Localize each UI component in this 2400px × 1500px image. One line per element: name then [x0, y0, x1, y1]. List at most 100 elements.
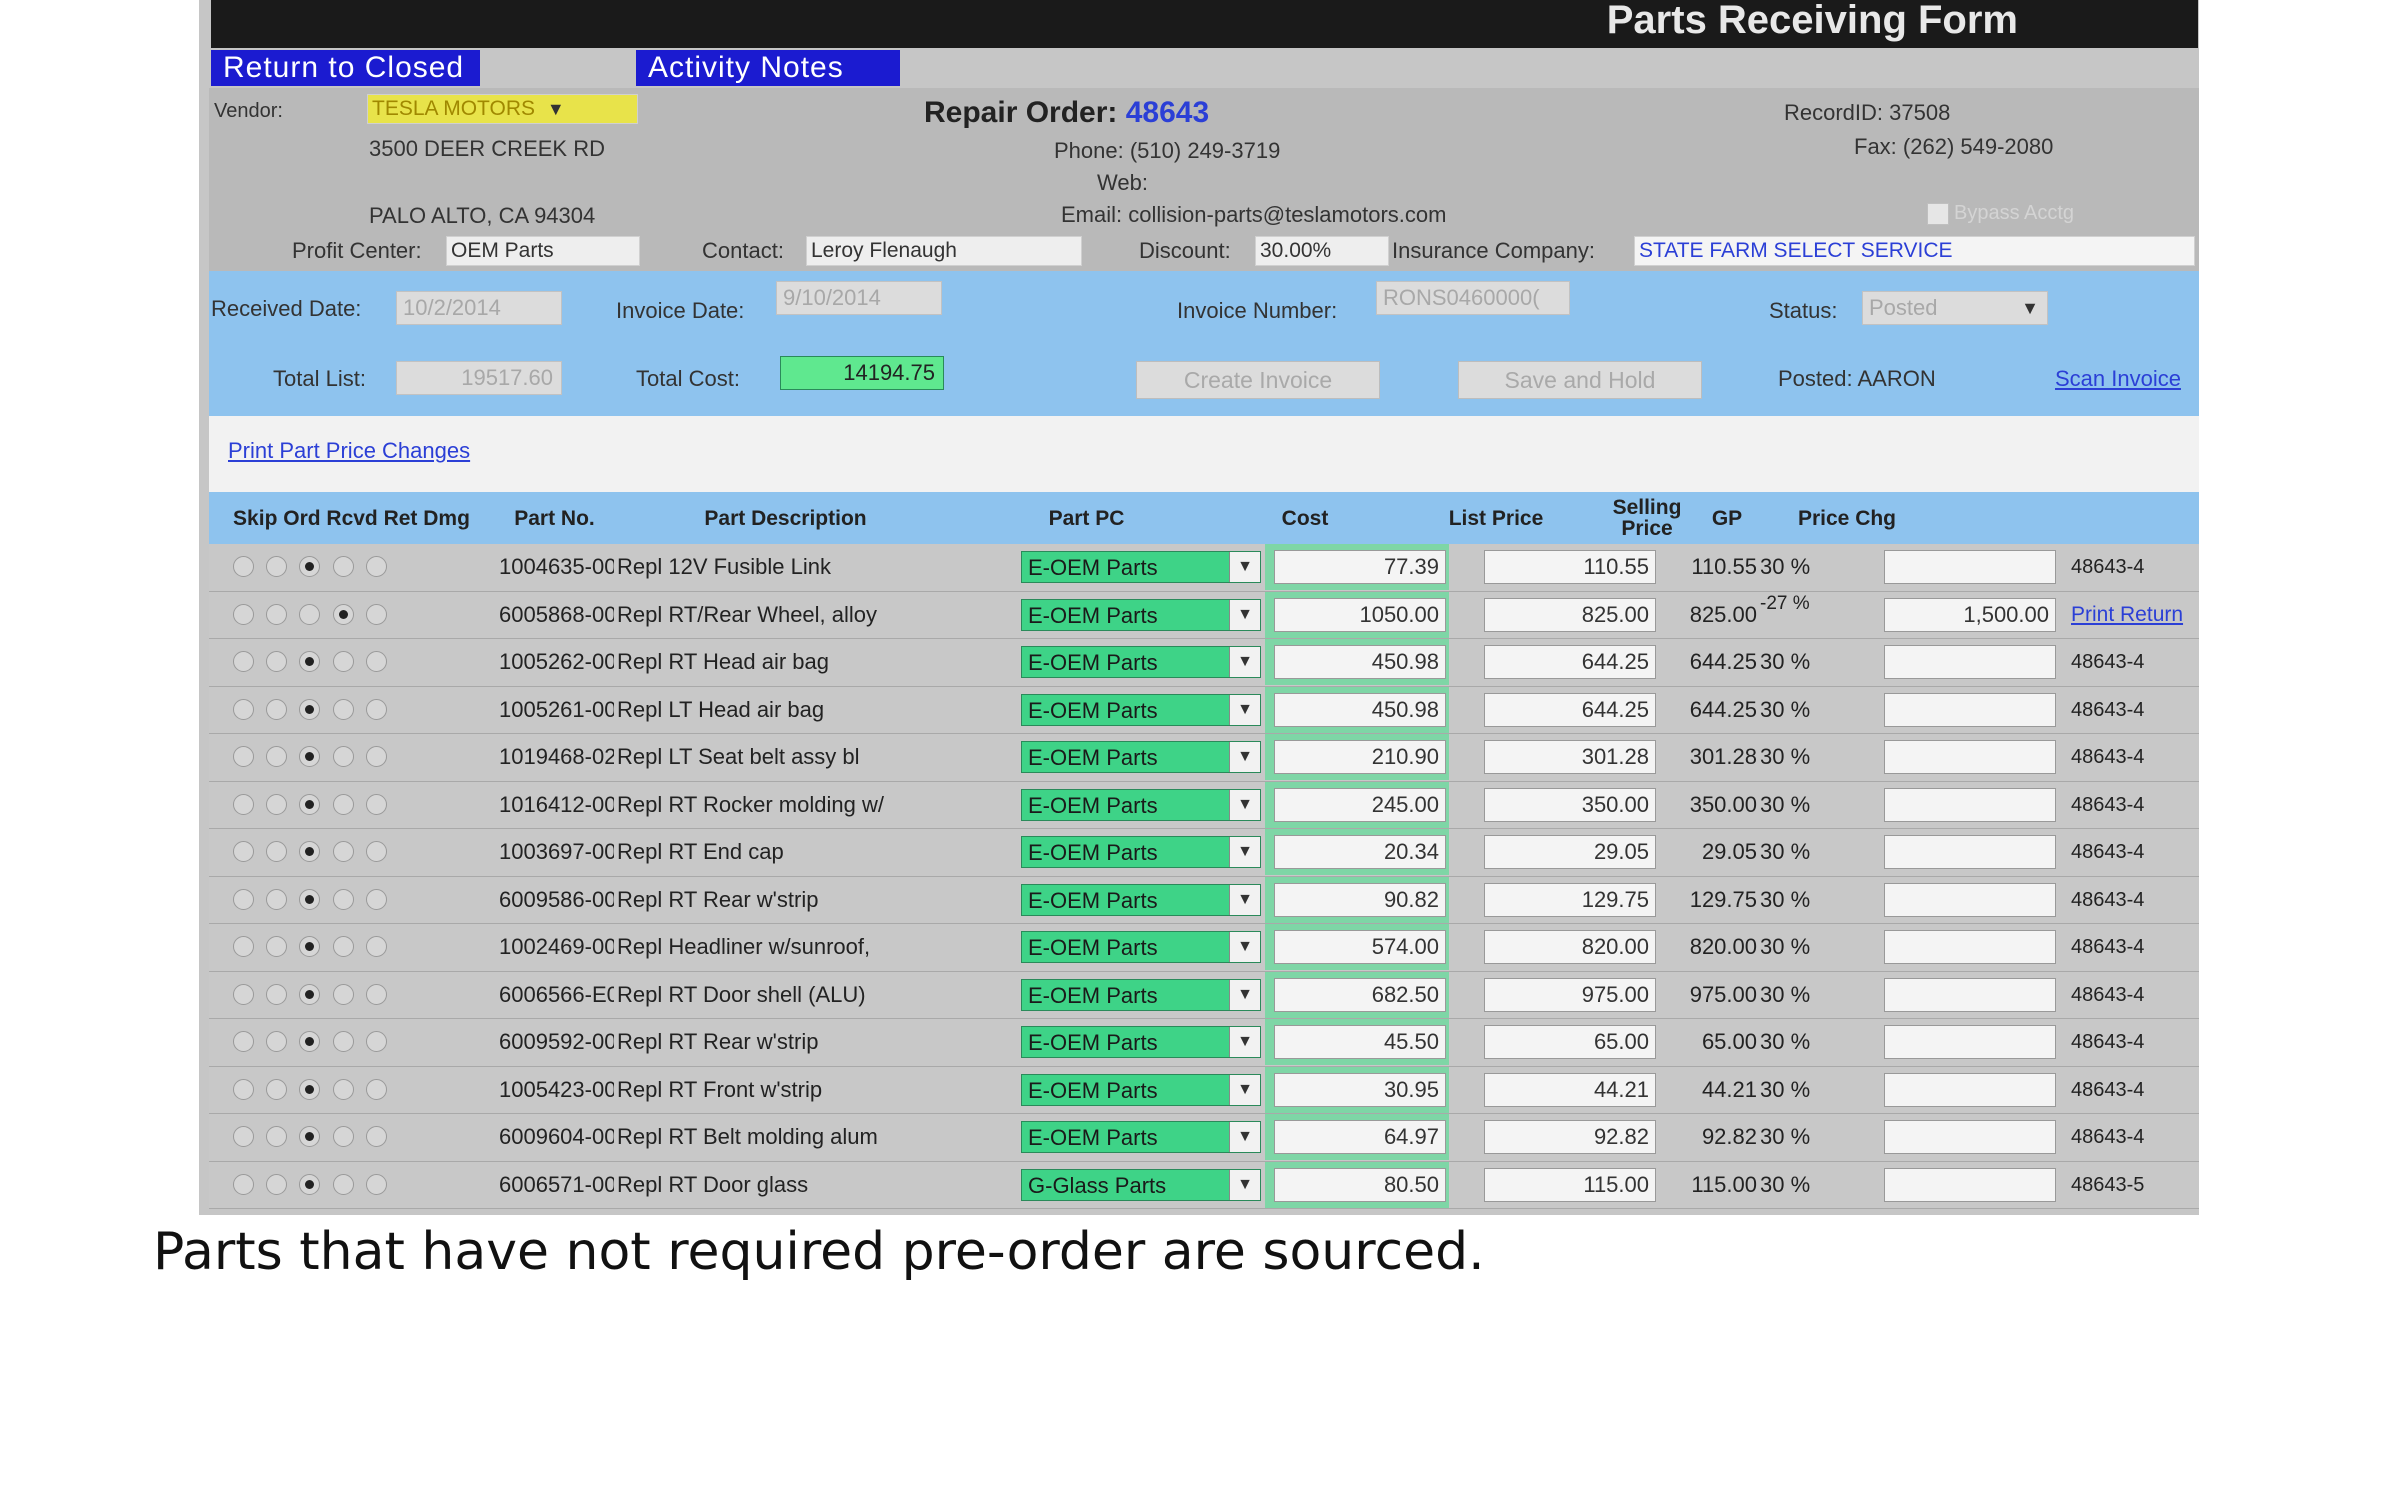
rcvd-radio[interactable]: [299, 746, 320, 767]
cost-field[interactable]: 1050.00: [1274, 597, 1446, 632]
skip-radio[interactable]: [233, 556, 254, 577]
ord-radio[interactable]: [266, 698, 287, 720]
part-pc-select[interactable]: E-OEM Parts ▼: [1021, 1026, 1261, 1058]
cost-field[interactable]: 245.00: [1274, 787, 1446, 822]
ret-radio[interactable]: [333, 983, 354, 1005]
rcvd-radio[interactable]: [299, 841, 320, 862]
return-to-closed-order-button[interactable]: Return to Closed Order: [211, 50, 480, 120]
price-chg-field[interactable]: [1884, 1167, 2056, 1202]
dmg-radio[interactable]: [366, 1126, 387, 1147]
rcvd-radio[interactable]: [299, 1078, 320, 1100]
print-part-price-changes-link[interactable]: Print Part Price Changes: [228, 438, 470, 464]
skip-radio[interactable]: [233, 888, 254, 910]
skip-radio[interactable]: [233, 603, 254, 625]
print-return-link[interactable]: Print Return: [2071, 592, 2196, 638]
contact-field[interactable]: Leroy Flenaugh: [806, 236, 1082, 266]
status-select[interactable]: Posted ▼: [1862, 291, 2048, 325]
activity-notes-button[interactable]: Activity Notes: [636, 50, 900, 86]
dmg-radio[interactable]: [366, 1031, 387, 1052]
ret-radio[interactable]: [333, 698, 354, 720]
rcvd-radio[interactable]: [299, 793, 320, 815]
dmg-radio[interactable]: [366, 936, 387, 957]
bypass-acctg-checkbox[interactable]: [1927, 203, 1949, 225]
skip-radio[interactable]: [233, 651, 254, 672]
ret-radio[interactable]: [333, 746, 354, 767]
list-price-field[interactable]: 115.00: [1484, 1167, 1656, 1202]
cost-field[interactable]: 64.97: [1274, 1120, 1446, 1154]
part-pc-select[interactable]: E-OEM Parts ▼: [1021, 931, 1261, 963]
part-pc-select[interactable]: G-Glass Parts ▼: [1021, 1168, 1261, 1201]
skip-radio[interactable]: [233, 841, 254, 862]
invoice-number-field[interactable]: RONS0460000(: [1376, 281, 1570, 315]
skip-radio[interactable]: [233, 698, 254, 720]
ord-radio[interactable]: [266, 936, 287, 957]
cost-field[interactable]: 45.50: [1274, 1025, 1446, 1059]
price-chg-field[interactable]: [1884, 550, 2056, 584]
rcvd-radio[interactable]: [299, 888, 320, 910]
list-price-field[interactable]: 644.25: [1484, 692, 1656, 727]
dmg-radio[interactable]: [366, 793, 387, 815]
cost-field[interactable]: 20.34: [1274, 835, 1446, 869]
ret-radio[interactable]: [333, 651, 354, 672]
ret-radio[interactable]: [333, 936, 354, 957]
cost-field[interactable]: 574.00: [1274, 930, 1446, 964]
dmg-radio[interactable]: [366, 746, 387, 767]
ord-radio[interactable]: [266, 793, 287, 815]
ord-radio[interactable]: [266, 1078, 287, 1100]
list-price-field[interactable]: 820.00: [1484, 930, 1656, 964]
save-and-hold-button[interactable]: Save and Hold: [1458, 361, 1702, 399]
vendor-select[interactable]: TESLA MOTORS ▼: [367, 94, 638, 124]
ret-radio[interactable]: [333, 556, 354, 577]
part-pc-select[interactable]: E-OEM Parts ▼: [1021, 836, 1261, 868]
cost-field[interactable]: 450.98: [1274, 692, 1446, 727]
list-price-field[interactable]: 129.75: [1484, 882, 1656, 917]
list-price-field[interactable]: 29.05: [1484, 835, 1656, 869]
rcvd-radio[interactable]: [299, 698, 320, 720]
price-chg-field[interactable]: [1884, 977, 2056, 1012]
rcvd-radio[interactable]: [299, 936, 320, 957]
skip-radio[interactable]: [233, 1173, 254, 1195]
cost-field[interactable]: 450.98: [1274, 645, 1446, 679]
price-chg-field[interactable]: [1884, 1025, 2056, 1059]
rcvd-radio[interactable]: [299, 983, 320, 1005]
received-date-field[interactable]: 10/2/2014: [396, 291, 562, 325]
ret-radio[interactable]: [333, 793, 354, 815]
dmg-radio[interactable]: [366, 556, 387, 577]
list-price-field[interactable]: 44.21: [1484, 1072, 1656, 1107]
list-price-field[interactable]: 644.25: [1484, 645, 1656, 679]
ord-radio[interactable]: [266, 746, 287, 767]
dmg-radio[interactable]: [366, 983, 387, 1005]
ord-radio[interactable]: [266, 888, 287, 910]
part-pc-select[interactable]: E-OEM Parts ▼: [1021, 598, 1261, 631]
ret-radio[interactable]: [333, 841, 354, 862]
skip-radio[interactable]: [233, 1126, 254, 1147]
price-chg-field[interactable]: [1884, 787, 2056, 822]
price-chg-field[interactable]: 1,500.00: [1884, 597, 2056, 632]
dmg-radio[interactable]: [366, 1078, 387, 1100]
ret-radio[interactable]: [333, 1031, 354, 1052]
price-chg-field[interactable]: [1884, 645, 2056, 679]
part-pc-select[interactable]: E-OEM Parts ▼: [1021, 741, 1261, 773]
rcvd-radio[interactable]: [299, 1126, 320, 1147]
dmg-radio[interactable]: [366, 651, 387, 672]
rcvd-radio[interactable]: [299, 1173, 320, 1195]
part-pc-select[interactable]: E-OEM Parts ▼: [1021, 646, 1261, 678]
ret-radio[interactable]: [333, 1126, 354, 1147]
rcvd-radio[interactable]: [299, 651, 320, 672]
skip-radio[interactable]: [233, 746, 254, 767]
skip-radio[interactable]: [233, 1078, 254, 1100]
rcvd-radio[interactable]: [299, 603, 320, 625]
profit-center-field[interactable]: OEM Parts: [446, 236, 640, 266]
ord-radio[interactable]: [266, 1031, 287, 1052]
price-chg-field[interactable]: [1884, 882, 2056, 917]
ret-radio[interactable]: [333, 603, 354, 625]
price-chg-field[interactable]: [1884, 1072, 2056, 1107]
part-pc-select[interactable]: E-OEM Parts ▼: [1021, 883, 1261, 916]
list-price-field[interactable]: 350.00: [1484, 787, 1656, 822]
list-price-field[interactable]: 301.28: [1484, 740, 1656, 774]
cost-field[interactable]: 682.50: [1274, 977, 1446, 1012]
ord-radio[interactable]: [266, 1126, 287, 1147]
cost-field[interactable]: 210.90: [1274, 740, 1446, 774]
skip-radio[interactable]: [233, 983, 254, 1005]
cost-field[interactable]: 90.82: [1274, 882, 1446, 917]
